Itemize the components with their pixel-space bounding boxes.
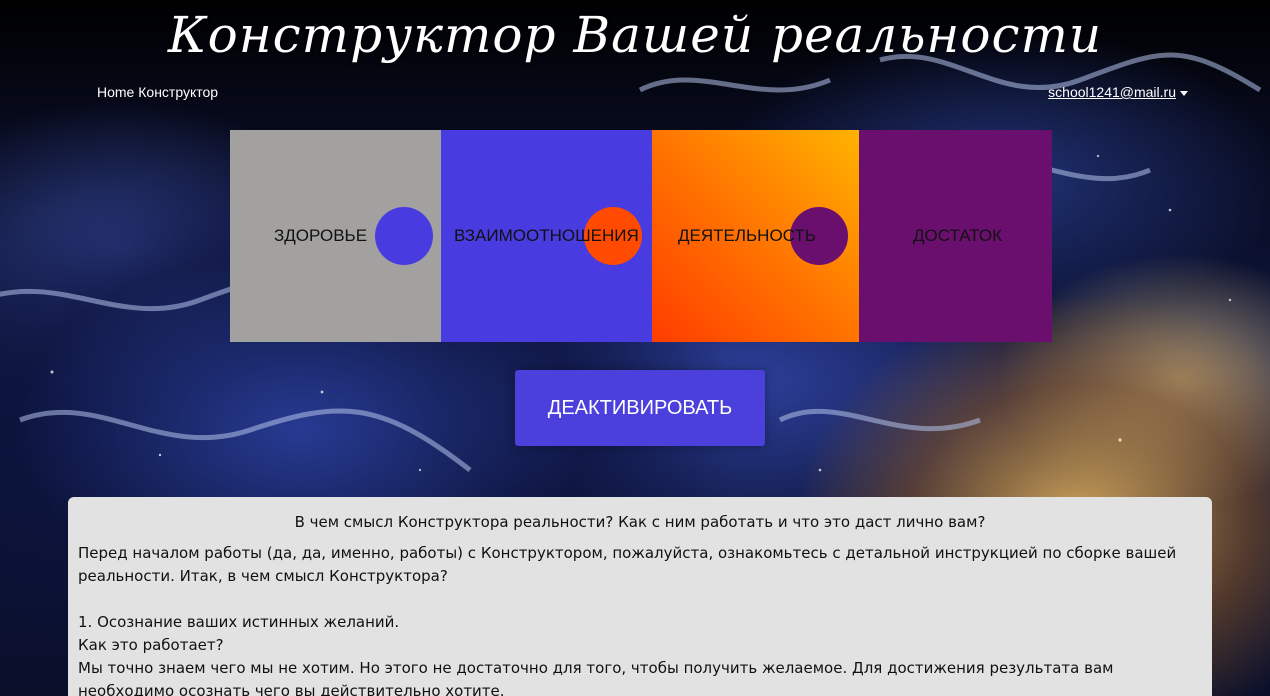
- puzzle-label-relationships: ВЗАИМООТНОШЕНИЯ: [454, 226, 639, 245]
- puzzle-label-wealth: ДОСТАТОК: [913, 226, 1003, 245]
- puzzle-label-activity: ДЕЯТЕЛЬНОСТЬ: [678, 226, 816, 245]
- info-panel: В чем смысл Конструктора реальности? Как…: [68, 497, 1212, 696]
- nav-link-constructor[interactable]: Конструктор: [138, 84, 218, 100]
- caret-down-icon: [1180, 90, 1188, 96]
- user-menu[interactable]: school1241@mail.ru: [1048, 84, 1188, 100]
- info-heading: В чем смысл Конструктора реальности? Как…: [294, 513, 986, 531]
- main-nav: Home Конструктор: [97, 84, 218, 100]
- puzzle-label-health: ЗДОРОВЬЕ: [274, 226, 368, 245]
- info-paragraph: 1. Осознание ваших истинных желаний.: [78, 613, 400, 631]
- site-title: Конструктор Вашей реальности: [167, 6, 1103, 64]
- nav-link-home[interactable]: Home: [97, 84, 134, 100]
- info-body: Перед началом работы (да, да, именно, ра…: [78, 542, 1202, 696]
- user-email: school1241@mail.ru: [1048, 84, 1176, 100]
- info-paragraph: Как это работает?: [78, 636, 224, 654]
- info-paragraph: Мы точно знаем чего мы не хотим. Но этог…: [78, 659, 1114, 696]
- deactivate-button[interactable]: ДЕАКТИВИРОВАТЬ: [515, 370, 765, 446]
- info-paragraph: Перед началом работы (да, да, именно, ра…: [78, 544, 1177, 585]
- puzzle-knob: [375, 207, 433, 265]
- puzzle-constructor: ЗДОРОВЬЕ ВЗАИМООТНОШЕНИЯ ДЕЯТЕЛЬНОСТЬ ДО…: [230, 130, 1052, 342]
